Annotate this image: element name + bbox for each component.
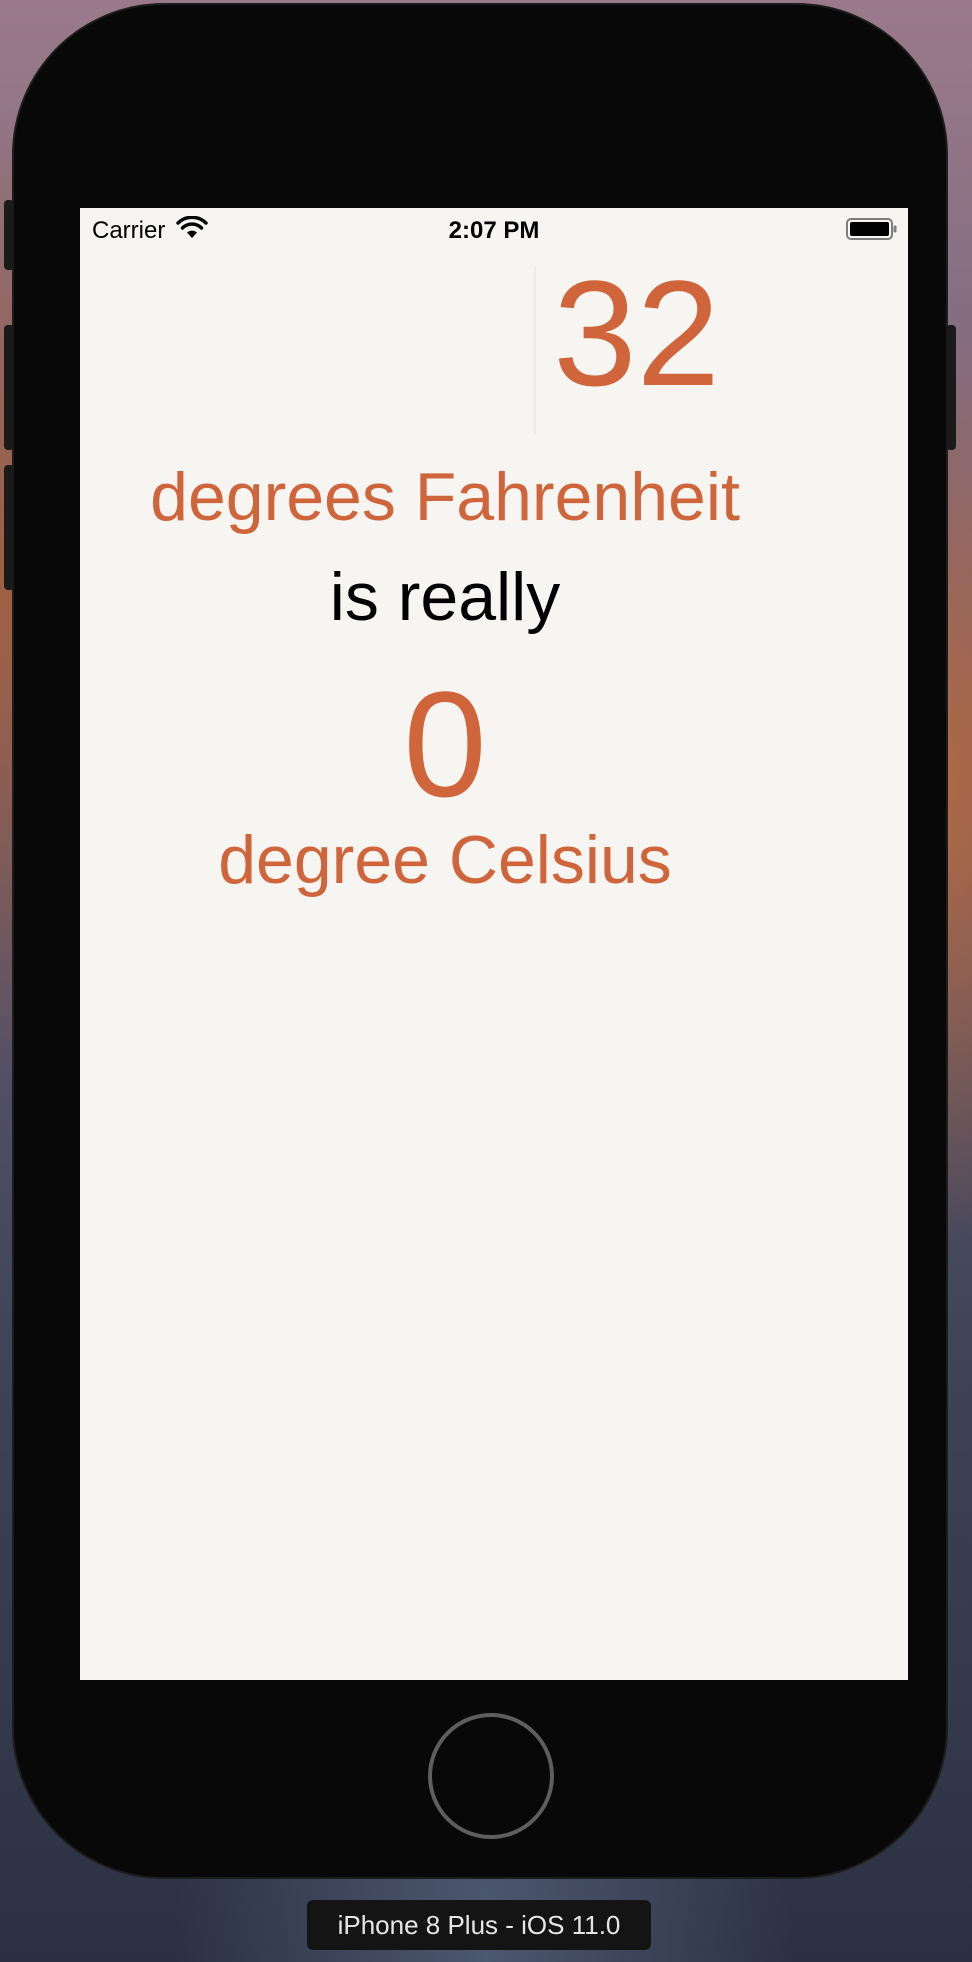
home-button[interactable] — [428, 1713, 554, 1839]
fahrenheit-unit-label: degrees Fahrenheit — [150, 459, 740, 535]
volume-up-button — [4, 325, 14, 450]
fahrenheit-input[interactable] — [80, 268, 720, 398]
is-really-label: is really — [329, 559, 561, 635]
power-button — [946, 325, 956, 450]
status-bar: Carrier 2:07 PM — [80, 208, 908, 250]
simulator-device-label: iPhone 8 Plus - iOS 11.0 — [307, 1900, 651, 1950]
battery-icon — [846, 218, 897, 240]
celsius-value-label: 0 — [403, 660, 487, 828]
celsius-unit-label: degree Celsius — [218, 822, 672, 898]
volume-down-button — [4, 465, 14, 590]
text-cursor — [534, 266, 536, 434]
mute-switch — [4, 200, 14, 270]
status-time: 2:07 PM — [448, 217, 540, 244]
app-screen: Carrier 2:07 PM degrees Fahrenheit is re… — [80, 208, 908, 1680]
iphone-simulator-frame: Carrier 2:07 PM degrees Fahrenheit is re… — [4, 5, 956, 1877]
